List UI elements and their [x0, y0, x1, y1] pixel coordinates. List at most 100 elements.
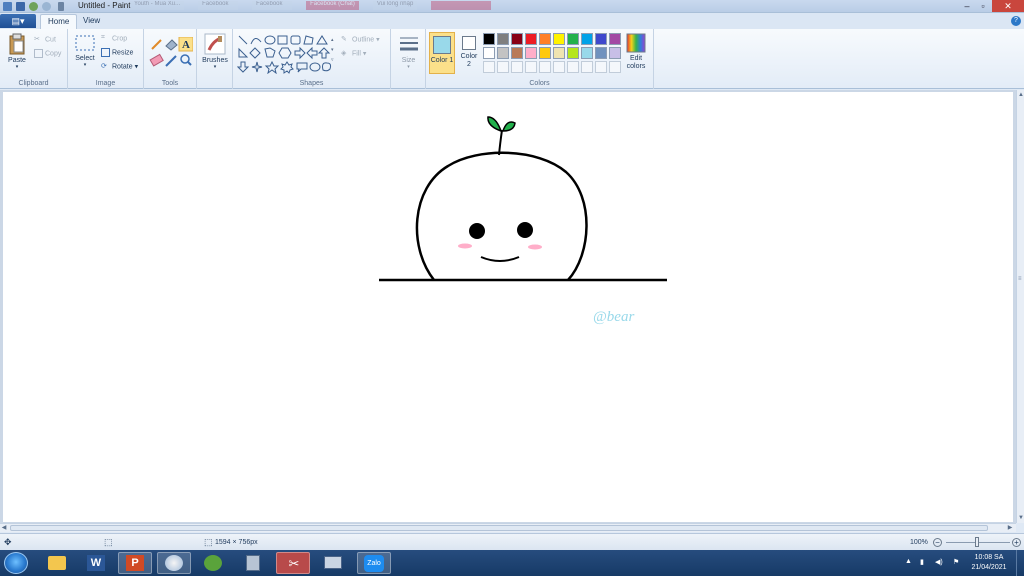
- rounded-rectangle-shape-icon[interactable]: [290, 35, 301, 45]
- snipping-taskbar-button[interactable]: ✂: [276, 552, 310, 574]
- palette-swatch[interactable]: [595, 33, 607, 45]
- hexagon-shape-icon[interactable]: [278, 47, 292, 59]
- show-hidden-icons[interactable]: ▲: [905, 558, 912, 565]
- copy-button[interactable]: Copy: [34, 49, 61, 58]
- palette-swatch[interactable]: [553, 47, 565, 59]
- brushes-button[interactable]: Brushes ▾: [201, 33, 229, 70]
- palette-swatch[interactable]: [609, 33, 621, 45]
- rectangle-shape-icon[interactable]: [277, 35, 288, 45]
- palette-swatch[interactable]: [567, 47, 579, 59]
- size-button[interactable]: Size ▾: [395, 33, 422, 70]
- clock-time[interactable]: 10:08 SA: [968, 554, 1010, 561]
- powerpoint-taskbar-button[interactable]: P: [118, 552, 152, 574]
- triangle-shape-icon[interactable]: [316, 35, 328, 45]
- paste-button[interactable]: Paste ▾: [4, 33, 30, 70]
- curve-shape-icon[interactable]: [250, 38, 262, 45]
- horizontal-scroll-thumb[interactable]: [10, 525, 988, 531]
- flag-icon[interactable]: ⚑: [953, 558, 959, 566]
- start-button[interactable]: [4, 552, 28, 574]
- volume-icon[interactable]: ◀): [935, 558, 943, 566]
- word-taskbar-button[interactable]: W: [79, 552, 113, 574]
- explorer-taskbar-button[interactable]: [40, 552, 74, 574]
- custom-color-slot[interactable]: [539, 61, 551, 73]
- scroll-up-arrow[interactable]: ▲: [1017, 91, 1024, 99]
- signal-icon[interactable]: ▮: [920, 558, 924, 566]
- six-point-star-shape-icon[interactable]: [280, 61, 294, 74]
- palette-swatch[interactable]: [483, 33, 495, 45]
- up-arrow-shape-icon[interactable]: [317, 47, 331, 59]
- custom-color-slot[interactable]: [609, 61, 621, 73]
- zalo-taskbar-button[interactable]: Zalo: [357, 552, 391, 574]
- tab-home[interactable]: Home: [40, 14, 78, 29]
- shapes-gallery[interactable]: [237, 34, 333, 74]
- star-shape-icon[interactable]: [264, 60, 280, 74]
- zoom-in-button[interactable]: +: [1012, 538, 1021, 547]
- show-desktop-button[interactable]: [1016, 550, 1024, 576]
- left-arrow-shape-icon[interactable]: [306, 46, 318, 60]
- calculator-taskbar-button[interactable]: [236, 552, 270, 574]
- color1-button[interactable]: Color 1: [429, 32, 455, 74]
- save-icon[interactable]: [16, 2, 25, 11]
- network-taskbar-button[interactable]: [316, 552, 350, 574]
- palette-swatch[interactable]: [511, 33, 523, 45]
- palette-swatch[interactable]: [595, 47, 607, 59]
- horizontal-scrollbar[interactable]: ◀ ▶: [0, 523, 1016, 532]
- app-taskbar-button[interactable]: [196, 552, 230, 574]
- drawing-canvas[interactable]: @bear: [3, 92, 1013, 522]
- fill-bucket-icon[interactable]: [165, 39, 178, 51]
- paint-taskbar-button[interactable]: [157, 552, 191, 574]
- custom-color-slot[interactable]: [581, 61, 593, 73]
- palette-swatch[interactable]: [525, 47, 537, 59]
- custom-color-slot[interactable]: [595, 61, 607, 73]
- eraser-icon[interactable]: [149, 53, 164, 67]
- palette-swatch[interactable]: [539, 33, 551, 45]
- palette-swatch[interactable]: [525, 33, 537, 45]
- scroll-left-arrow[interactable]: ◀: [0, 524, 8, 532]
- down-arrow-shape-icon[interactable]: [237, 61, 250, 73]
- edit-colors-button[interactable]: Edit colors: [622, 33, 650, 71]
- text-tool-icon[interactable]: A: [178, 37, 193, 52]
- oval-shape-icon[interactable]: [264, 35, 276, 45]
- customize-qat-icon[interactable]: [58, 2, 64, 11]
- four-point-star-shape-icon[interactable]: [251, 61, 263, 73]
- color2-button[interactable]: Color 2: [458, 32, 480, 74]
- palette-swatch[interactable]: [567, 33, 579, 45]
- palette-swatch[interactable]: [609, 47, 621, 59]
- callout-shape-icon[interactable]: [296, 62, 308, 73]
- custom-color-slot[interactable]: [567, 61, 579, 73]
- pencil-icon[interactable]: [150, 38, 163, 51]
- cut-button[interactable]: ✂ Cut: [34, 35, 56, 44]
- close-button[interactable]: ✕: [992, 0, 1024, 12]
- palette-swatch[interactable]: [553, 33, 565, 45]
- zoom-slider-thumb[interactable]: [975, 537, 979, 547]
- oval-callout-shape-icon[interactable]: [309, 62, 321, 72]
- outline-button[interactable]: ✎ Outline ▾: [341, 35, 380, 44]
- scroll-grip[interactable]: ≡: [1018, 276, 1023, 284]
- line-shape-icon[interactable]: [238, 35, 248, 45]
- scroll-right-arrow[interactable]: ▶: [1006, 524, 1014, 532]
- polygon-shape-icon[interactable]: [303, 35, 314, 45]
- resize-button[interactable]: Resize: [101, 48, 133, 57]
- paint-app-icon[interactable]: [3, 2, 12, 11]
- tab-view[interactable]: View: [76, 14, 107, 29]
- custom-color-slot[interactable]: [483, 61, 495, 73]
- palette-swatch[interactable]: [581, 47, 593, 59]
- fill-button[interactable]: ◈ Fill ▾: [341, 49, 366, 58]
- palette-swatch[interactable]: [581, 33, 593, 45]
- shapes-scroll[interactable]: ▴ ▾ ▿: [331, 35, 334, 65]
- help-icon[interactable]: ?: [1011, 16, 1021, 26]
- custom-color-slot[interactable]: [497, 61, 509, 73]
- palette-swatch[interactable]: [483, 47, 495, 59]
- color-picker-icon[interactable]: [165, 55, 177, 67]
- palette-swatch[interactable]: [511, 47, 523, 59]
- vertical-scrollbar[interactable]: ▲ ≡ ▼: [1016, 90, 1024, 523]
- right-triangle-shape-icon[interactable]: [238, 47, 249, 58]
- right-arrow-shape-icon[interactable]: [294, 46, 306, 60]
- palette-swatch[interactable]: [497, 33, 509, 45]
- pentagon-shape-icon[interactable]: [264, 47, 276, 58]
- diamond-shape-icon[interactable]: [249, 47, 261, 59]
- custom-color-slot[interactable]: [553, 61, 565, 73]
- cloud-callout-shape-icon[interactable]: [322, 62, 332, 72]
- zoom-out-button[interactable]: −: [933, 538, 942, 547]
- redo-icon[interactable]: [42, 2, 51, 11]
